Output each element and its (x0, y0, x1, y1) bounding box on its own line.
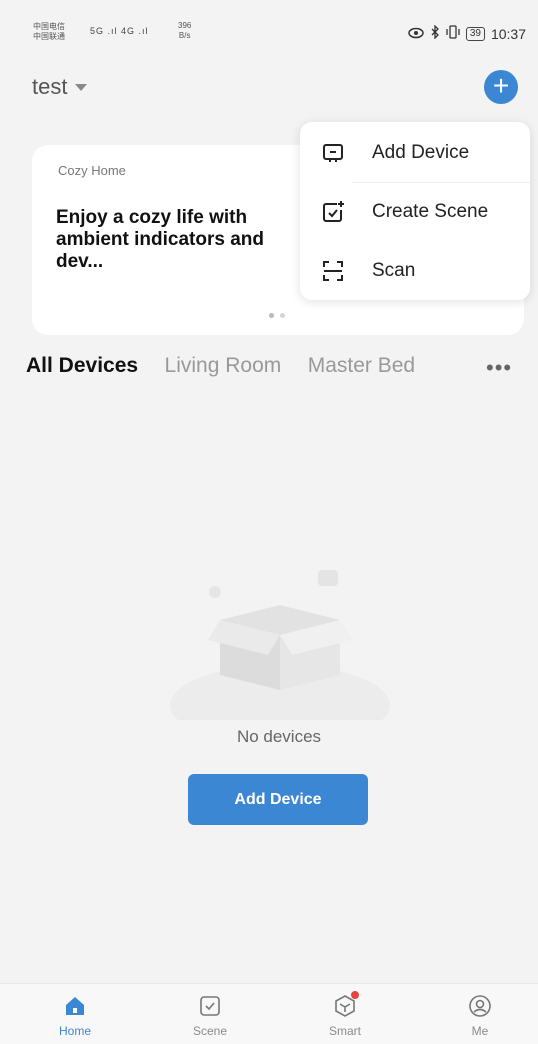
empty-state-message: No devices (236, 727, 322, 746)
signal-indicator: 5G .ıl 4G .ıl (90, 26, 149, 36)
nav-home[interactable]: Home (8, 984, 142, 1044)
pagination-dot (280, 313, 285, 318)
tab-master-bedroom[interactable]: Master Bed (308, 354, 415, 378)
menu-item-scan[interactable]: Scan (300, 242, 530, 300)
carrier-line-1: 中国电信 (33, 22, 65, 31)
banner-kicker: Cozy Home (58, 163, 126, 178)
tab-living-room[interactable]: Living Room (165, 354, 282, 378)
scan-icon (320, 258, 346, 284)
battery-indicator: 39 (465, 26, 485, 41)
add-button[interactable]: + (484, 70, 518, 104)
menu-item-label: Create Scene (372, 201, 489, 222)
clock: 10:37 (490, 25, 526, 42)
carrier-info: 中国电信 中国联通 (33, 22, 65, 42)
menu-item-label: Scan (372, 260, 416, 281)
nav-label: Me (471, 1024, 489, 1038)
carrier-line-2: 中国联通 (33, 32, 65, 41)
nav-me[interactable]: Me (413, 984, 538, 1044)
banner-title: Enjoy a cozy life with ambient indicator… (56, 207, 264, 272)
home-icon (63, 994, 87, 1018)
eye-icon (408, 26, 424, 42)
banner-pagination (269, 313, 285, 318)
menu-item-create-scene[interactable]: Create Scene (300, 183, 530, 241)
vibrate-icon (446, 25, 460, 42)
menu-item-add-device[interactable]: Add Device (300, 124, 530, 182)
nav-label: Smart (328, 1024, 361, 1038)
add-device-button[interactable]: Add Device (188, 774, 368, 825)
network-speed: 396 B/s (178, 21, 191, 41)
bottom-navigation: Home Scene Smart Me (0, 983, 538, 1044)
plus-icon: + (492, 70, 510, 101)
more-tabs-button[interactable]: ••• (486, 355, 512, 381)
network-speed-unit: B/s (178, 31, 191, 40)
caret-down-icon (75, 83, 88, 91)
status-bar: 中国电信 中国联通 5G .ıl 4G .ıl 396 B/s 39 10:37 (0, 0, 538, 68)
menu-item-label: Add Device (372, 142, 470, 163)
network-speed-value: 396 (178, 21, 192, 30)
nav-scene[interactable]: Scene (143, 984, 277, 1044)
create-scene-icon (320, 199, 346, 225)
nav-label: Scene (192, 1024, 228, 1038)
nav-label: Home (58, 1024, 91, 1038)
scene-icon (198, 994, 222, 1018)
tab-all-devices[interactable]: All Devices (26, 354, 138, 378)
add-device-icon (320, 140, 346, 166)
nav-smart[interactable]: Smart (278, 984, 412, 1044)
smart-icon (333, 991, 359, 1018)
empty-box-illustration (160, 560, 400, 745)
add-menu: Add Device Create Scene Scan (300, 122, 530, 300)
me-icon (468, 994, 492, 1018)
home-selector[interactable]: test (32, 74, 88, 100)
bluetooth-icon (430, 24, 440, 42)
room-tabs: All Devices Living Room Master Bed (26, 354, 526, 384)
pagination-dot-active (269, 313, 274, 318)
home-name: test (32, 74, 68, 99)
notification-dot (351, 991, 359, 999)
status-icons: 39 10:37 (408, 24, 526, 42)
